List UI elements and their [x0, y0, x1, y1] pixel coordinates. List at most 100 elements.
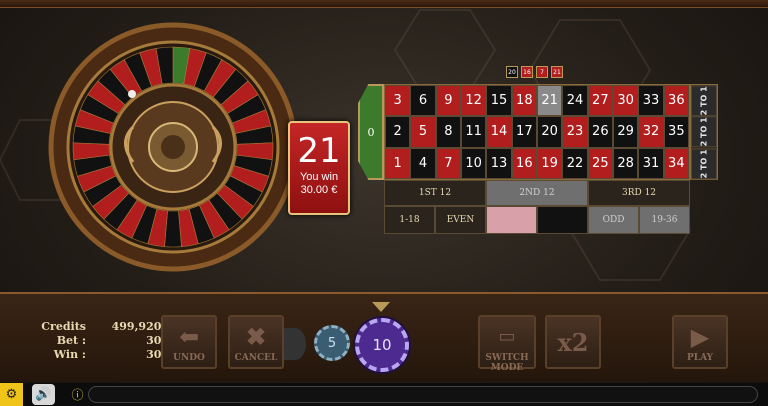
number-cell[interactable]: 3	[385, 85, 411, 117]
outside-bet[interactable]: 1-18	[384, 206, 435, 234]
number-cell[interactable]: 11	[461, 116, 487, 148]
number-cell[interactable]: 25	[587, 147, 613, 179]
chip-partial[interactable]	[284, 328, 306, 360]
number-label: 24	[566, 93, 584, 109]
number-cell[interactable]: 7	[435, 147, 461, 179]
number-cell[interactable]: 21	[537, 85, 563, 117]
number-label: 2	[393, 124, 402, 140]
number-cell[interactable]: 28	[613, 147, 639, 179]
number-cell[interactable]: 35	[663, 116, 689, 148]
number-label: 6	[418, 93, 428, 109]
red-bet[interactable]	[486, 206, 537, 234]
switch-mode-label: SWITCH MODE	[485, 353, 529, 373]
cancel-label: CANCEL	[234, 353, 278, 363]
number-label: 19	[541, 155, 558, 171]
outside-bet[interactable]: EVEN	[435, 206, 486, 234]
number-cell[interactable]: 36	[663, 85, 689, 117]
winning-number: 21	[297, 131, 341, 171]
number-cell[interactable]: 8	[435, 116, 461, 148]
dozen-bets: 1ST 12 2ND 12 3RD 12	[384, 180, 690, 206]
number-history: 20 16 7 21	[506, 66, 563, 78]
column-bet[interactable]: 2 TO 1	[691, 147, 717, 179]
number-label: 13	[490, 155, 508, 171]
outside-bet[interactable]: ODD	[588, 206, 639, 234]
number-cell[interactable]: 15	[486, 85, 512, 117]
number-cell[interactable]: 12	[461, 85, 487, 117]
play-button[interactable]: ▶ PLAY	[672, 315, 728, 369]
number-cell[interactable]: 13	[486, 147, 512, 179]
number-cell[interactable]: 27	[587, 85, 613, 117]
number-cell[interactable]: 4	[410, 147, 436, 179]
settings-gear-icon[interactable]: ⚙	[0, 383, 23, 406]
chip-pointer	[372, 302, 390, 312]
number-label: 9	[444, 93, 453, 109]
number-label: 36	[668, 93, 685, 109]
number-cell[interactable]: 6	[410, 85, 436, 117]
history-item: 16	[521, 66, 533, 78]
chip-10-selected[interactable]: 10	[355, 318, 409, 372]
number-label: 1	[393, 155, 402, 171]
column-bet[interactable]: 2 TO 1	[691, 85, 717, 117]
top-frame	[0, 0, 768, 8]
chip-5[interactable]: 5	[314, 325, 350, 361]
number-cell[interactable]: 17	[511, 116, 537, 148]
message-bar	[88, 386, 758, 403]
number-label: 7	[444, 155, 453, 171]
dozen-bet[interactable]: 3RD 12	[588, 180, 690, 206]
number-cell[interactable]: 1	[385, 147, 411, 179]
info-icon[interactable]: ⓘ	[66, 383, 89, 406]
outside-bets: 1-18 EVEN ODD 19-36	[384, 206, 690, 234]
number-label: 16	[516, 155, 533, 171]
black-bet[interactable]	[537, 206, 588, 234]
number-cell[interactable]: 31	[638, 147, 664, 179]
number-cell[interactable]: 34	[663, 147, 689, 179]
number-cell[interactable]: 20	[537, 116, 563, 148]
undo-label: UNDO	[173, 353, 205, 363]
number-cell[interactable]: 29	[613, 116, 639, 148]
number-cell[interactable]: 32	[638, 116, 664, 148]
number-cell[interactable]: 30	[613, 85, 639, 117]
bet-label: Bet :	[56, 334, 86, 347]
number-cell[interactable]: 16	[511, 147, 537, 179]
number-cell[interactable]: 9	[435, 85, 461, 117]
number-cell[interactable]: 22	[562, 147, 588, 179]
double-bet-button[interactable]: x2	[545, 315, 601, 369]
play-label: PLAY	[686, 353, 714, 363]
number-label: 28	[617, 155, 634, 171]
column-bets: 2 TO 12 TO 12 TO 1	[690, 84, 718, 180]
number-label: 3	[393, 93, 402, 109]
outside-bet[interactable]: 19-36	[639, 206, 690, 234]
number-cell[interactable]: 19	[537, 147, 563, 179]
dozen-bet[interactable]: 2ND 12	[486, 180, 588, 206]
cancel-button[interactable]: ✖ CANCEL	[228, 315, 284, 369]
number-cell[interactable]: 10	[461, 147, 487, 179]
number-cell[interactable]: 2	[385, 116, 411, 148]
number-cell[interactable]: 26	[587, 116, 613, 148]
number-cell[interactable]: 14	[486, 116, 512, 148]
number-grid: 3 6 9 12 15 18 21 24 27 30 33 36 2 5 8 11 14 17 20 23 26 29 32…	[384, 84, 690, 180]
number-label: 12	[465, 93, 482, 109]
number-label: 34	[668, 155, 685, 171]
close-icon: ✖	[245, 322, 267, 351]
undo-button[interactable]: ⬅ UNDO	[161, 315, 217, 369]
game-screen: 21 You win 30.00 € 20 16 7 21 0 3 6 9 12 15 18 21…	[0, 0, 768, 406]
sound-icon[interactable]: 🔊	[32, 384, 55, 405]
number-label: 27	[592, 93, 609, 109]
number-label: 20	[541, 124, 558, 140]
number-label: 22	[566, 155, 584, 171]
number-cell[interactable]: 33	[638, 85, 664, 117]
zero-cell[interactable]: 0	[358, 84, 384, 180]
number-label: 25	[592, 155, 609, 171]
number-label: 4	[418, 155, 428, 171]
dozen-bet[interactable]: 1ST 12	[384, 180, 486, 206]
switch-mode-button[interactable]: ▭ SWITCH MODE	[478, 315, 536, 373]
win-result-panel: 21 You win 30.00 €	[288, 121, 350, 215]
number-label: 15	[490, 93, 508, 109]
betting-board: 0 3 6 9 12 15 18 21 24 27 30 33 36 2 5 8 11 14 17 20 23 26 29…	[358, 84, 718, 236]
number-cell[interactable]: 23	[562, 116, 588, 148]
number-cell[interactable]: 5	[410, 116, 436, 148]
column-bet[interactable]: 2 TO 1	[691, 116, 717, 148]
number-cell[interactable]: 18	[511, 85, 537, 117]
number-cell[interactable]: 24	[562, 85, 588, 117]
number-label: 29	[617, 124, 634, 140]
